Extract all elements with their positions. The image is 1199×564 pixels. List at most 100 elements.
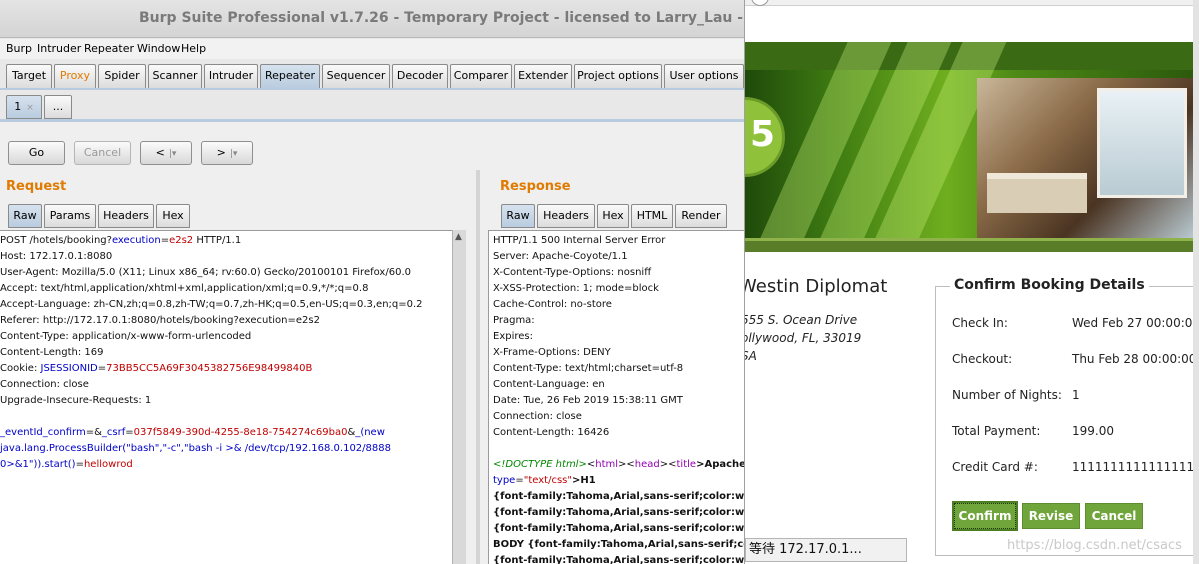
repeater-panel: Go Cancel < |▾ > |▾ Request Raw Params Hea… xyxy=(0,122,744,564)
repeater-tab-1[interactable]: 1 × xyxy=(6,95,42,119)
request-scrollbar[interactable]: ▲ xyxy=(452,230,466,564)
menu-intruder[interactable]: Intruder xyxy=(37,42,81,55)
cancel-button[interactable]: Cancel xyxy=(74,141,131,165)
tab-comparer[interactable]: Comparer xyxy=(450,64,512,88)
chevron-right-icon: > xyxy=(216,146,226,159)
request-body: _eventId_confirm=&_csrf=037f5849-390d-42… xyxy=(0,427,385,438)
confirm-button[interactable]: Confirm xyxy=(952,501,1018,531)
response-tab-raw[interactable]: Raw xyxy=(501,204,535,228)
menu-bar: Burp Intruder Repeater Window Help xyxy=(0,39,744,59)
request-header: Upgrade-Insecure-Requests: 1 xyxy=(0,395,152,406)
forward-button[interactable]: > |▾ xyxy=(201,141,253,165)
checkout-label: Checkout: xyxy=(952,352,1013,366)
request-tab-headers[interactable]: Headers xyxy=(98,204,154,228)
menu-repeater[interactable]: Repeater xyxy=(84,42,134,55)
hotel-address-line: ollywood, FL, 33019 xyxy=(744,331,862,345)
tab-extender[interactable]: Extender xyxy=(514,64,572,88)
response-css: {font-family:Tahoma,Arial,sans-serif;col… xyxy=(493,491,744,502)
browser-status-bar: 等待 172.17.0.1... xyxy=(745,538,907,562)
response-header: Content-Length: 16426 xyxy=(493,427,610,438)
response-tab-html[interactable]: HTML xyxy=(631,204,673,228)
response-header: Cache-Control: no-store xyxy=(493,299,612,310)
tab-intruder[interactable]: Intruder xyxy=(204,64,258,88)
tab-decoder[interactable]: Decoder xyxy=(392,64,448,88)
back-button[interactable]: < |▾ xyxy=(140,141,192,165)
response-html: type="text/css">H1 xyxy=(493,475,596,486)
response-css: BODY {font-family:Tahoma,Arial,sans-seri… xyxy=(493,539,744,550)
response-title: Response xyxy=(500,179,571,194)
window-title: Burp Suite Professional v1.7.26 - Tempor… xyxy=(139,10,744,26)
request-body: 0>&1")).start()=hellowrod xyxy=(0,459,133,470)
tab-user-options[interactable]: User options xyxy=(664,64,744,88)
response-html: <!DOCTYPE html><html><head><title>Apache… xyxy=(493,459,744,470)
nights-value: 1 xyxy=(1072,388,1080,402)
request-tab-params[interactable]: Params xyxy=(44,204,96,228)
request-line: POST /hotels/booking?execution=e2s2 HTTP… xyxy=(0,235,242,246)
response-css: {font-family:Tahoma,Arial,sans-serif;col… xyxy=(493,523,744,534)
tab-spider[interactable]: Spider xyxy=(98,64,146,88)
nights-label: Number of Nights: xyxy=(952,388,1062,402)
request-header: User-Agent: Mozilla/5.0 (X11; Linux x86_… xyxy=(0,267,411,278)
payment-value: 199.00 xyxy=(1072,424,1114,438)
revise-button[interactable]: Revise xyxy=(1022,503,1080,529)
response-header: Content-Type: text/html;charset=utf-8 xyxy=(493,363,684,374)
response-header: X-XSS-Protection: 1; mode=block xyxy=(493,283,659,294)
response-css: {font-family:Tahoma,Arial,sans-serif;col… xyxy=(493,507,744,518)
browser-window: 5 Westin Diplomat 555 S. Ocean Drive oll… xyxy=(744,0,1199,564)
request-title: Request xyxy=(6,179,67,194)
request-header: Connection: close xyxy=(0,379,89,390)
menu-window[interactable]: Window xyxy=(137,42,180,55)
close-icon[interactable]: × xyxy=(26,103,34,113)
repeater-tab-new[interactable]: ... xyxy=(44,95,72,119)
tab-sequencer[interactable]: Sequencer xyxy=(322,64,390,88)
arrow-up-icon[interactable]: ▲ xyxy=(455,232,462,242)
watermark-text: https://blog.csdn.net/csacs xyxy=(1007,538,1182,553)
response-tab-headers[interactable]: Headers xyxy=(537,204,595,228)
credit-card-value: 1111111111111111 xyxy=(1072,460,1195,474)
response-editor[interactable]: HTTP/1.1 500 Internal Server Error Serve… xyxy=(488,230,744,564)
response-tab-hex[interactable]: Hex xyxy=(597,204,629,228)
menu-help[interactable]: Help xyxy=(181,42,206,55)
tab-repeater[interactable]: Repeater xyxy=(260,64,320,88)
hotel-banner: 5 xyxy=(745,42,1193,252)
payment-label: Total Payment: xyxy=(952,424,1041,438)
response-tab-render[interactable]: Render xyxy=(675,204,727,228)
menu-burp[interactable]: Burp xyxy=(6,42,32,55)
response-header: X-Content-Type-Options: nosniff xyxy=(493,267,652,278)
chevron-left-icon: < xyxy=(155,146,165,159)
go-button[interactable]: Go xyxy=(8,141,65,165)
request-header: Content-Type: application/x-www-form-url… xyxy=(0,331,252,342)
request-tab-raw[interactable]: Raw xyxy=(8,204,42,228)
hotel-name: Westin Diplomat xyxy=(744,276,888,297)
request-header: Referer: http://172.17.0.1:8080/hotels/b… xyxy=(0,315,320,326)
split-divider[interactable] xyxy=(476,170,480,564)
request-header: Accept: text/html,application/xhtml+xml,… xyxy=(0,283,369,294)
tab-project-options[interactable]: Project options xyxy=(574,64,662,88)
chevron-down-icon: |▾ xyxy=(229,149,238,159)
response-css: {font-family:Tahoma,Arial,sans-serif;col… xyxy=(493,555,744,564)
request-tab-hex[interactable]: Hex xyxy=(156,204,190,228)
response-header: Pragma: xyxy=(493,315,535,326)
hotel-room-photo xyxy=(977,78,1193,238)
tab-target[interactable]: Target xyxy=(6,64,52,88)
tab-divider xyxy=(0,88,744,90)
request-cookie: Cookie: JSESSIONID=73BB5CC5A69F304538275… xyxy=(0,363,313,374)
hotel-address-line: 555 S. Ocean Drive xyxy=(744,313,858,327)
browser-toolbar xyxy=(745,0,1199,6)
repeater-tab-label: 1 xyxy=(14,100,22,113)
request-header: Host: 172.17.0.1:8080 xyxy=(0,251,113,262)
browser-scrollbar[interactable] xyxy=(1193,0,1199,564)
tab-scanner[interactable]: Scanner xyxy=(148,64,202,88)
checkin-value: Wed Feb 27 00:00:00 xyxy=(1072,316,1199,330)
request-editor[interactable]: POST /hotels/booking?execution=e2s2 HTTP… xyxy=(0,230,452,564)
hotel-address-line: SA xyxy=(745,349,757,363)
confirm-booking-title: Confirm Booking Details xyxy=(950,277,1149,293)
chevron-down-icon: |▾ xyxy=(168,149,177,159)
cancel-booking-button[interactable]: Cancel xyxy=(1085,503,1143,529)
response-line: HTTP/1.1 500 Internal Server Error xyxy=(493,235,666,246)
request-header: Accept-Language: zh-CN,zh;q=0.8,zh-TW;q=… xyxy=(0,299,423,310)
response-header: Content-Language: en xyxy=(493,379,605,390)
response-header: X-Frame-Options: DENY xyxy=(493,347,611,358)
window-titlebar: Burp Suite Professional v1.7.26 - Tempor… xyxy=(0,0,744,38)
tab-proxy[interactable]: Proxy xyxy=(54,64,96,88)
